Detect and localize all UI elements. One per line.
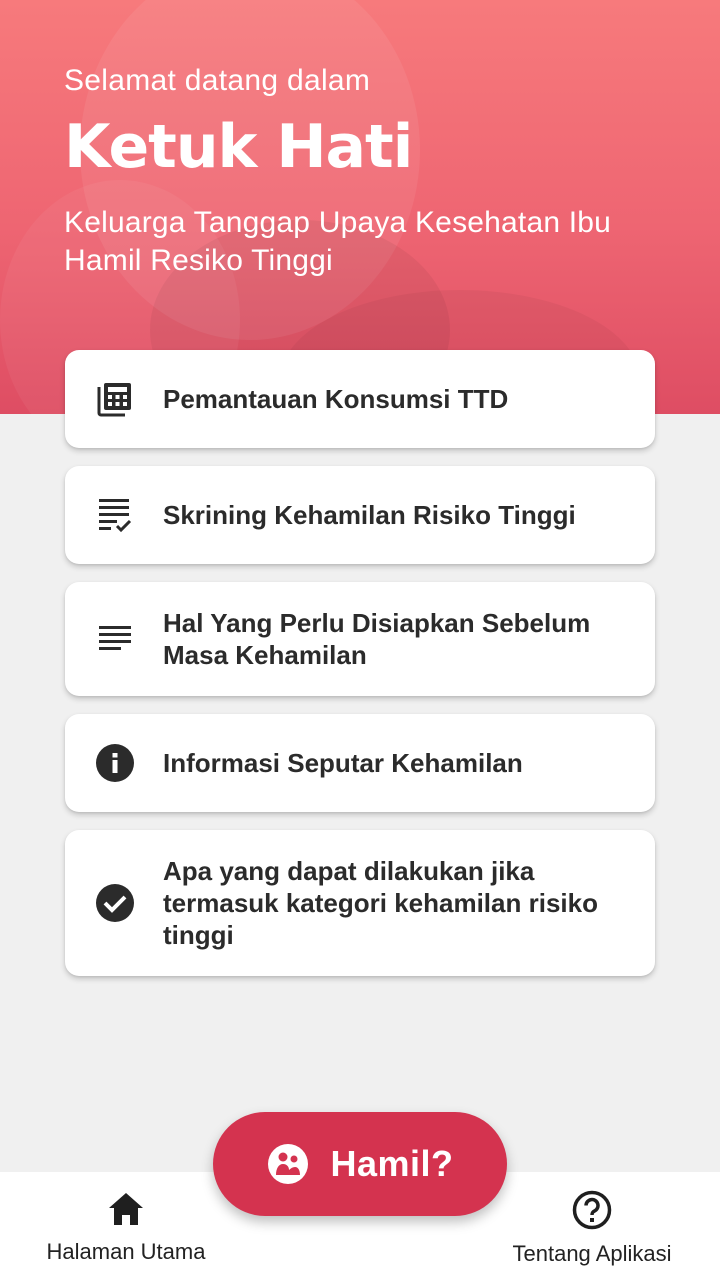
menu-item-label: Informasi Seputar Kehamilan (163, 748, 523, 778)
pregnant-woman-icon (266, 1142, 310, 1186)
app-subtitle: Keluarga Tanggap Upaya Kesehatan Ibu Ham… (64, 206, 612, 277)
text-lines-icon (93, 617, 137, 661)
calculator-stack-icon (93, 377, 137, 421)
menu-item-label: Skrining Kehamilan Risiko Tinggi (163, 500, 576, 530)
menu-item-pemantauan-ttd[interactable]: Pemantauan Konsumsi TTD (65, 350, 655, 448)
home-icon (106, 1190, 146, 1233)
menu-item-risiko-tinggi[interactable]: Apa yang dapat dilakukan jika termasuk k… (65, 830, 655, 976)
menu-item-skrining[interactable]: Skrining Kehamilan Risiko Tinggi (65, 466, 655, 564)
nav-about[interactable]: Tentang Aplikasi (500, 1190, 684, 1267)
app-title: Ketuk Hati (64, 112, 413, 182)
info-icon (93, 741, 137, 785)
help-circle-icon (572, 1190, 612, 1235)
main-menu: Pemantauan Konsumsi TTD Skrining Kehamil… (65, 350, 655, 994)
menu-item-informasi[interactable]: Informasi Seputar Kehamilan (65, 714, 655, 812)
hamil-fab-button[interactable]: Hamil? (213, 1112, 507, 1216)
check-circle-icon (93, 881, 137, 925)
nav-home-label: Halaman Utama (46, 1239, 206, 1264)
checklist-icon (93, 493, 137, 537)
menu-item-label: Pemantauan Konsumsi TTD (163, 384, 509, 414)
menu-item-persiapan[interactable]: Hal Yang Perlu Disiapkan Sebelum Masa Ke… (65, 582, 655, 696)
nav-about-label: Tentang Aplikasi (512, 1241, 672, 1266)
menu-item-label: Apa yang dapat dilakukan jika termasuk k… (163, 856, 598, 950)
fab-label: Hamil? (330, 1143, 454, 1184)
nav-home[interactable]: Halaman Utama (40, 1190, 212, 1265)
welcome-text: Selamat datang dalam (64, 64, 371, 97)
menu-item-label: Hal Yang Perlu Disiapkan Sebelum Masa Ke… (163, 608, 591, 670)
